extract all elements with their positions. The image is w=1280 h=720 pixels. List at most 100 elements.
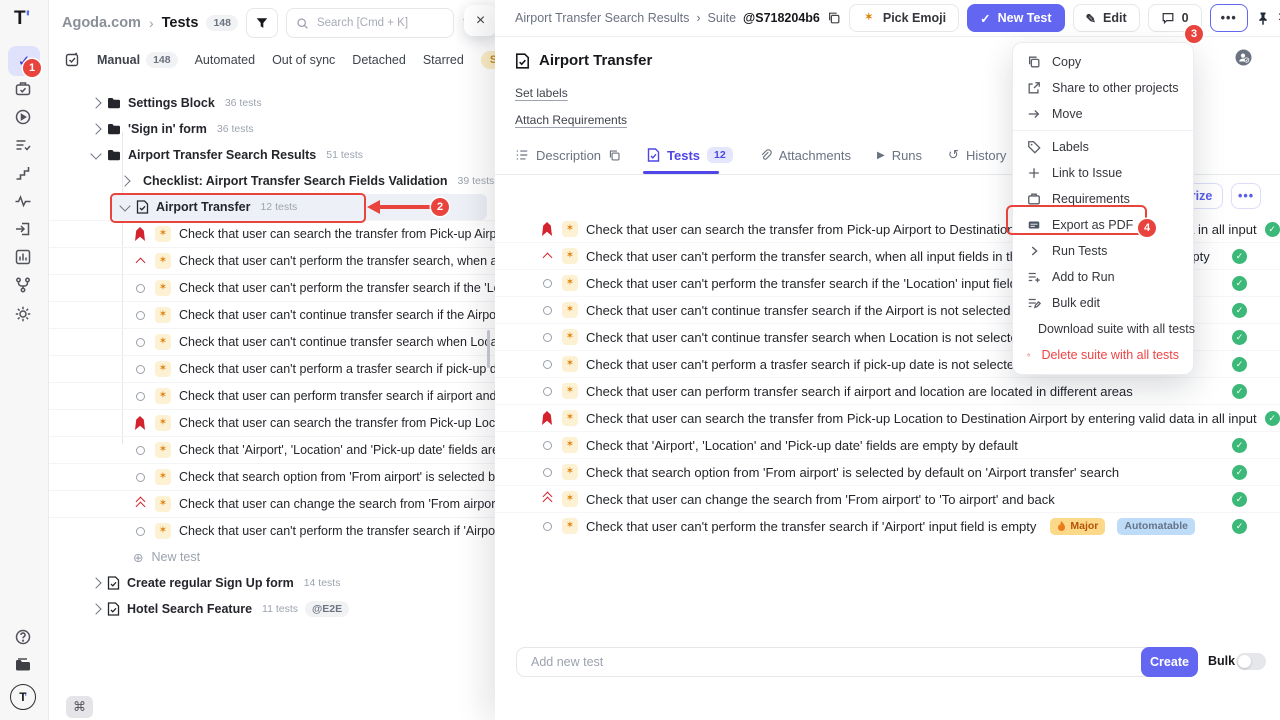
brand-logo-circle[interactable]: T' <box>10 684 36 710</box>
tree-test-row[interactable]: Check that user can search the transfer … <box>48 220 495 247</box>
menu-download-suite[interactable]: Download suite with all tests <box>1013 316 1193 342</box>
suite-tabs: Description Tests 12 Attachments ▶ Runs … <box>515 147 1006 163</box>
filter-button[interactable] <box>246 8 278 38</box>
plus-circle-icon: ⊕ <box>133 550 143 565</box>
tree-folder-settings-block[interactable]: Settings Block36 tests <box>48 90 495 116</box>
menu-labels[interactable]: Labels <box>1013 134 1193 160</box>
severity-icon <box>133 362 147 376</box>
steps-icon[interactable] <box>14 164 34 184</box>
tab-severity[interactable]: Sev <box>481 51 495 69</box>
analytics-icon[interactable] <box>14 248 34 268</box>
test-row[interactable]: Check that user can't perform the transf… <box>495 512 1280 539</box>
tree-test-row[interactable]: Check that user can search the transfer … <box>48 409 495 436</box>
folder-icon <box>107 149 121 161</box>
add-test-input[interactable] <box>529 654 1143 670</box>
tree-folder-checklist[interactable]: Checklist: Airport Transfer Search Field… <box>48 168 495 194</box>
tab-automated[interactable]: Automated <box>195 53 255 67</box>
checklist-icon[interactable] <box>14 136 34 156</box>
severity-icon <box>133 443 147 457</box>
manual-count-badge: 148 <box>146 52 178 68</box>
set-labels-link[interactable]: Set labels <box>515 86 568 100</box>
tree-test-row[interactable]: Check that user can't perform the transf… <box>48 274 495 301</box>
menu-move[interactable]: Move <box>1013 101 1193 127</box>
videos-icon[interactable] <box>14 656 34 676</box>
menu-run-tests[interactable]: Run Tests <box>1013 238 1193 264</box>
tree-suite-signup[interactable]: Create regular Sign Up form14 tests <box>48 570 495 596</box>
tab-detached[interactable]: Detached <box>352 53 406 67</box>
avatar[interactable] <box>1235 49 1252 66</box>
tree-test-row[interactable]: Check that user can't perform the transf… <box>48 247 495 274</box>
menu-delete-suite[interactable]: Delete suite with all tests <box>1013 342 1193 368</box>
bulk-label: Bulk <box>1208 654 1235 668</box>
search-input[interactable] <box>315 16 429 30</box>
tree-test-row[interactable]: Check that user can't perform the transf… <box>48 517 495 544</box>
arrow-right-icon <box>1027 107 1041 121</box>
add-test-bar[interactable] <box>516 647 1156 677</box>
tab-manual[interactable]: Manual148 <box>97 52 178 68</box>
help-icon[interactable] <box>14 628 34 648</box>
tree-test-row[interactable]: Check that search option from 'From airp… <box>48 463 495 490</box>
menu-share[interactable]: Share to other projects <box>1013 75 1193 101</box>
scrollbar[interactable] <box>487 330 490 368</box>
create-button[interactable]: Create <box>1141 647 1198 677</box>
annotation-step-4: 4 <box>1138 219 1156 237</box>
new-test-button[interactable]: ✓New Test <box>967 4 1064 32</box>
tab-runs[interactable]: ▶ Runs <box>877 148 922 163</box>
new-test-row[interactable]: ⊕New test <box>48 544 495 570</box>
menu-bulk-edit[interactable]: Bulk edit <box>1013 290 1193 316</box>
settings-gear-icon[interactable] <box>14 305 34 325</box>
tree-test-row[interactable]: Check that user can't continue transfer … <box>48 301 495 328</box>
tree-test-row[interactable]: Check that user can't perform a trasfer … <box>48 355 495 382</box>
tab-attachments[interactable]: Attachments <box>759 148 851 163</box>
share-icon <box>1027 81 1041 95</box>
tree-test-row[interactable]: Check that user can't continue transfer … <box>48 328 495 355</box>
tree-folder-atsr[interactable]: Airport Transfer Search Results51 tests <box>48 142 495 168</box>
app-logo[interactable]: T' <box>14 8 30 30</box>
menu-copy[interactable]: Copy <box>1013 49 1193 75</box>
close-panel-button[interactable]: × <box>464 5 495 36</box>
more-actions-button[interactable]: ••• <box>1210 4 1248 32</box>
test-emoji-icon <box>155 523 171 539</box>
tree-test-row[interactable]: Check that user can perform transfer sea… <box>48 382 495 409</box>
test-row[interactable]: Check that 'Airport', 'Location' and 'Pi… <box>495 431 1280 458</box>
test-emoji-icon <box>562 329 578 345</box>
test-row[interactable]: Check that user can search the transfer … <box>495 404 1280 431</box>
summarize-more-button[interactable]: ••• <box>1231 183 1261 209</box>
run-play-icon[interactable] <box>14 108 34 128</box>
tab-tests[interactable]: Tests 12 <box>647 147 733 163</box>
tab-out-of-sync[interactable]: Out of sync <box>272 53 335 67</box>
tree-test-row[interactable]: Check that 'Airport', 'Location' and 'Pi… <box>48 436 495 463</box>
command-key-badge[interactable]: ⌘ <box>66 696 93 718</box>
breadcrumb-parent[interactable]: Airport Transfer Search Results <box>515 11 689 25</box>
suitcase-check-icon[interactable] <box>14 80 34 100</box>
tree-suite-hotel[interactable]: Hotel Search Feature11 tests @E2E <box>48 596 495 622</box>
list-icon <box>515 148 529 162</box>
test-row[interactable]: Check that search option from 'From airp… <box>495 458 1280 485</box>
tab-history[interactable]: ↺ History <box>948 147 1006 163</box>
copy-icon[interactable] <box>608 149 621 162</box>
filter-tabs: Manual148 Automated Out of sync Detached… <box>64 51 495 69</box>
breadcrumb-project[interactable]: Agoda.com <box>62 15 141 31</box>
tab-description[interactable]: Description <box>515 148 621 163</box>
tree-test-row[interactable]: Check that user can change the search fr… <box>48 490 495 517</box>
branch-icon[interactable] <box>14 276 34 296</box>
edit-button[interactable]: ✎Edit <box>1073 4 1140 32</box>
suite-file-icon <box>107 576 120 590</box>
clipboard-check-icon[interactable] <box>64 52 80 68</box>
copy-icon[interactable] <box>827 11 841 25</box>
import-icon[interactable] <box>14 220 34 240</box>
test-row[interactable]: Check that user can perform transfer sea… <box>495 377 1280 404</box>
attach-requirements-link[interactable]: Attach Requirements <box>515 113 627 127</box>
test-row[interactable]: Check that user can change the search fr… <box>495 485 1280 512</box>
severity-icon <box>540 249 554 263</box>
menu-add-to-run[interactable]: Add to Run <box>1013 264 1193 290</box>
pin-button[interactable] <box>1256 5 1270 31</box>
menu-link-issue[interactable]: Link to Issue <box>1013 160 1193 186</box>
tree-folder-signin-form[interactable]: 'Sign in' form36 tests <box>48 116 495 142</box>
severity-icon <box>133 308 147 322</box>
pick-emoji-button[interactable]: Pick Emoji <box>849 4 959 32</box>
bulk-toggle[interactable] <box>1236 653 1266 670</box>
search-box[interactable] <box>286 8 454 38</box>
tab-starred[interactable]: Starred <box>423 53 464 67</box>
pulse-icon[interactable] <box>14 192 34 212</box>
